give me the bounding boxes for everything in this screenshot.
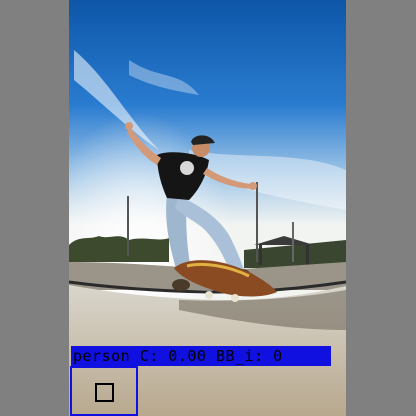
- skater-shoe: [172, 279, 190, 291]
- skateboard-wheel: [205, 291, 213, 299]
- shelter-post: [259, 245, 262, 265]
- detection-marker-square: [95, 383, 114, 402]
- skateboard-wheel: [231, 294, 239, 302]
- shirt-graphic: [180, 161, 194, 175]
- light-pole: [292, 222, 294, 262]
- light-pole: [256, 182, 258, 262]
- light-pole: [127, 196, 129, 256]
- skater-hand: [249, 182, 257, 190]
- tree-line: [69, 236, 169, 262]
- detection-label: person C: 0.00 BB_i: 0: [71, 346, 331, 366]
- shelter-post: [306, 245, 309, 265]
- skater-hand: [125, 122, 133, 130]
